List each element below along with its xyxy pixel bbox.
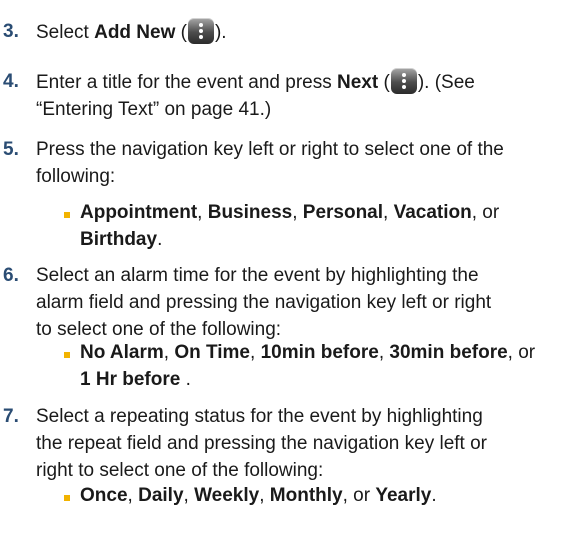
step-text: Select a repeating status for the event … bbox=[36, 406, 488, 481]
softkey-next: Next bbox=[337, 72, 379, 93]
bullet-icon bbox=[64, 495, 70, 501]
step-text: Enter a title for the event and press Ne… bbox=[36, 68, 578, 123]
repeat-options: Once, Daily, Weekly, Monthly, or Yearly. bbox=[80, 485, 437, 506]
step-number: 7. bbox=[3, 406, 19, 427]
event-type-options: Appointment, Business, Personal, Vacatio… bbox=[80, 202, 500, 250]
alarm-options: No Alarm, On Time, 10min before, 30min b… bbox=[80, 342, 536, 390]
menu-key-icon bbox=[187, 18, 214, 44]
instruction-page: 3. Select Add New (). 4. Enter a title f… bbox=[0, 0, 586, 533]
bullet-icon bbox=[64, 352, 70, 358]
step-number: 5. bbox=[3, 139, 19, 160]
step-number: 4. bbox=[3, 71, 19, 92]
step-number: 6. bbox=[3, 265, 19, 286]
menu-option-add-new: Add New bbox=[94, 22, 176, 43]
menu-key-icon bbox=[390, 68, 417, 94]
step-number: 3. bbox=[3, 21, 19, 42]
step-text: Select an alarm time for the event by hi… bbox=[36, 265, 492, 340]
step-text: Press the navigation key left or right t… bbox=[36, 139, 504, 187]
step-text: Select Add New (). bbox=[36, 18, 578, 46]
bullet-icon bbox=[64, 212, 70, 218]
